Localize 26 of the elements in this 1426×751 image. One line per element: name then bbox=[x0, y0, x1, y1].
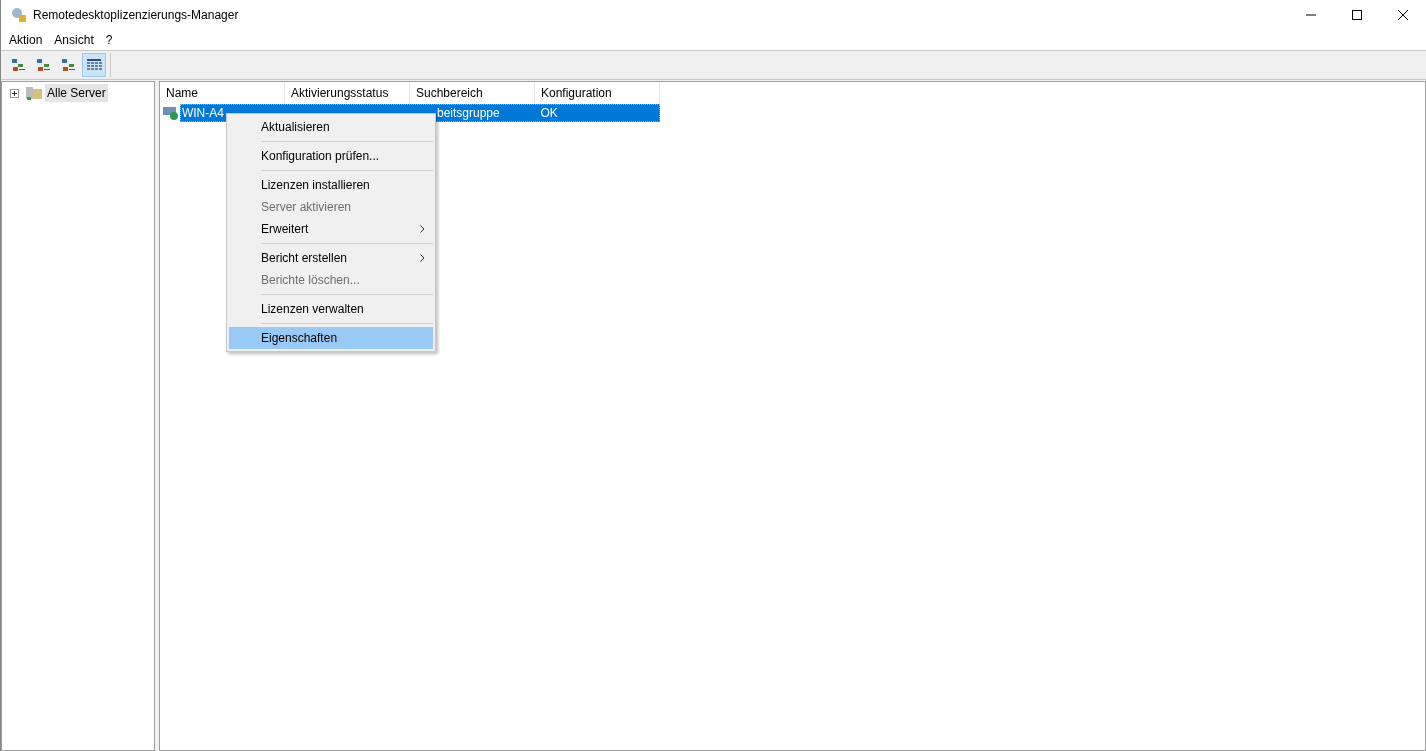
context-menu-item[interactable]: Lizenzen verwalten bbox=[229, 298, 433, 320]
maximize-icon bbox=[1352, 10, 1362, 20]
view-icon bbox=[36, 58, 52, 72]
view-icon bbox=[86, 58, 102, 72]
context-menu-item[interactable]: Lizenzen installieren bbox=[229, 174, 433, 196]
context-menu-item[interactable]: Eigenschaften bbox=[229, 327, 433, 349]
context-menu-item[interactable]: Konfiguration prüfen... bbox=[229, 145, 433, 167]
app-icon bbox=[11, 7, 27, 23]
server-icon bbox=[25, 85, 43, 101]
tree-item[interactable]: Alle Server bbox=[45, 84, 108, 102]
table-cell-text: OK bbox=[540, 105, 558, 122]
toolbar-button[interactable] bbox=[82, 53, 106, 77]
server-check-icon bbox=[163, 106, 179, 120]
context-menu-item[interactable]: Bericht erstellen bbox=[229, 247, 433, 269]
window-title: Remotedesktoplizenzierungs-Manager bbox=[33, 7, 239, 24]
table-cell-text: beitsgruppe bbox=[436, 105, 500, 122]
menu-item[interactable]: ? bbox=[99, 31, 119, 49]
table-cell-text: WIN-A4 bbox=[181, 105, 224, 122]
expand-icon[interactable] bbox=[10, 88, 19, 98]
view-icon bbox=[11, 58, 27, 72]
context-menu-item[interactable]: Aktualisieren bbox=[229, 116, 433, 138]
close-icon bbox=[1398, 10, 1408, 20]
menu-item[interactable]: Ansicht bbox=[48, 31, 100, 49]
context-menu-item[interactable]: Erweitert bbox=[229, 218, 433, 240]
view-icon bbox=[61, 58, 77, 72]
menu-item[interactable]: Aktion bbox=[3, 31, 49, 49]
